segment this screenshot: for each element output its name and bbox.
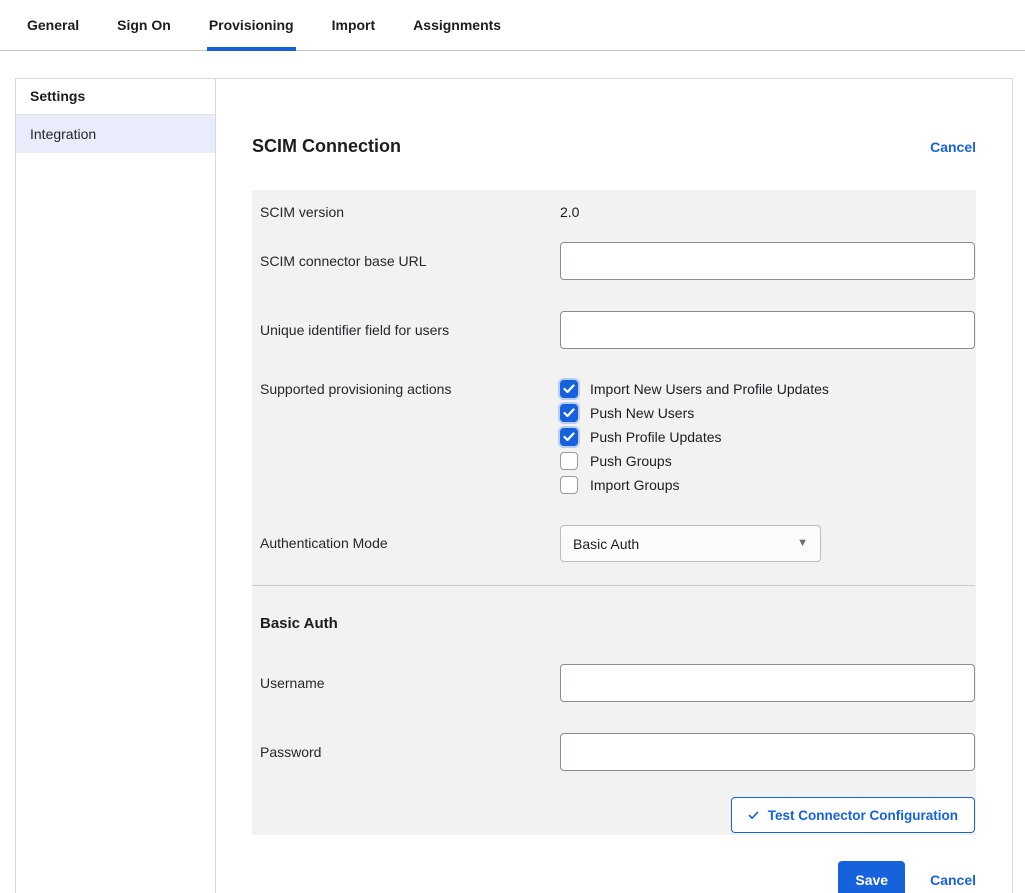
action-row-push-groups: Push Groups [560,449,975,473]
form-actions: Save Cancel [252,861,976,893]
sidebar-header-settings: Settings [16,79,215,115]
scim-version-value: 2.0 [560,203,975,221]
checkbox-label: Push Groups [590,453,672,469]
test-connector-row: Test Connector Configuration [260,795,975,833]
page-title: SCIM Connection [252,136,401,157]
username-label: Username [260,664,560,702]
action-row-push-new-users: Push New Users [560,401,975,425]
action-row-import-groups: Import Groups [560,473,975,497]
checkbox-push-groups[interactable] [560,452,578,470]
chevron-down-icon: ▼ [797,538,808,549]
tab-import[interactable]: Import [330,0,378,50]
check-icon [563,408,575,418]
checkbox-import-new-users[interactable] [560,380,578,398]
checkbox-label: Push Profile Updates [590,429,722,445]
tab-assignments[interactable]: Assignments [411,0,503,50]
provisioning-actions-row: Supported provisioning actions Import Ne… [260,373,975,497]
unique-id-input[interactable] [560,311,975,349]
auth-mode-select[interactable]: Basic Auth ▼ [560,525,821,562]
checkbox-push-new-users[interactable] [560,404,578,422]
scim-version-row: SCIM version 2.0 [260,190,975,235]
provisioning-actions-label: Supported provisioning actions [260,377,560,497]
save-button[interactable]: Save [838,861,905,893]
test-connector-button[interactable]: Test Connector Configuration [731,797,975,833]
auth-mode-label: Authentication Mode [260,525,560,562]
checkbox-label: Import New Users and Profile Updates [590,381,829,397]
scim-connection-content: SCIM Connection Cancel SCIM version 2.0 … [216,79,1012,893]
basic-auth-heading: Basic Auth [260,615,975,632]
action-row-push-profile-updates: Push Profile Updates [560,425,975,449]
checkbox-label: Import Groups [590,477,679,493]
username-input[interactable] [560,664,975,702]
settings-sidebar: Settings Integration [16,79,216,893]
base-url-input[interactable] [560,242,975,280]
provisioning-panel: Settings Integration SCIM Connection Can… [15,78,1013,893]
cancel-link-top[interactable]: Cancel [930,139,976,155]
checkbox-import-groups[interactable] [560,476,578,494]
auth-mode-row: Authentication Mode Basic Auth ▼ [260,497,975,562]
base-url-label: SCIM connector base URL [260,242,560,280]
unique-id-label: Unique identifier field for users [260,311,560,349]
check-icon [563,432,575,442]
tab-provisioning[interactable]: Provisioning [207,0,296,50]
scim-form: SCIM version 2.0 SCIM connector base URL… [252,190,976,835]
tab-general[interactable]: General [25,0,81,50]
check-icon [563,384,575,394]
check-icon [748,811,759,820]
password-label: Password [260,733,560,771]
checkbox-push-profile-updates[interactable] [560,428,578,446]
cancel-link-bottom[interactable]: Cancel [930,872,976,888]
checkbox-label: Push New Users [590,405,694,421]
password-row: Password [260,726,975,771]
tab-sign-on[interactable]: Sign On [115,0,173,50]
app-tab-bar: General Sign On Provisioning Import Assi… [0,0,1025,51]
password-input[interactable] [560,733,975,771]
action-row-import-users: Import New Users and Profile Updates [560,377,975,401]
base-url-row: SCIM connector base URL [260,235,975,280]
scim-version-label: SCIM version [260,203,560,221]
sidebar-item-integration[interactable]: Integration [16,115,215,153]
auth-mode-selected-value: Basic Auth [573,536,639,552]
content-header: SCIM Connection Cancel [252,136,976,157]
unique-id-row: Unique identifier field for users [260,304,975,349]
username-row: Username [260,657,975,702]
section-divider [252,585,975,586]
